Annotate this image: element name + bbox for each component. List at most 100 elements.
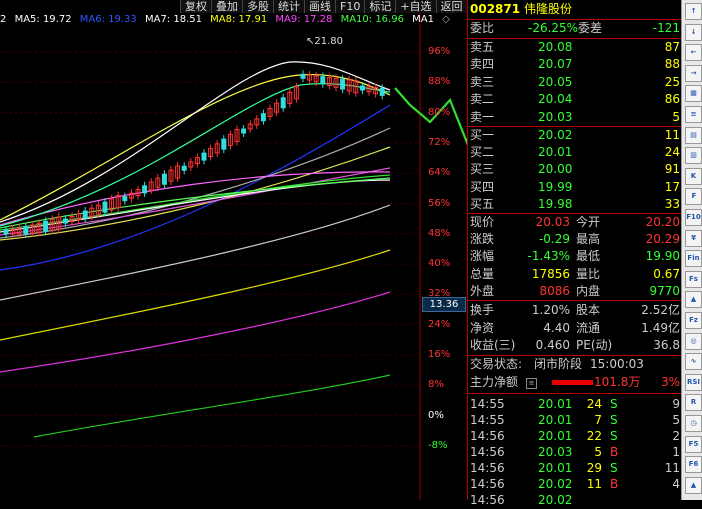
menu-icon[interactable]: ≡: [526, 378, 537, 389]
r-icon[interactable]: RSI: [685, 373, 702, 391]
overlay-button[interactable]: 叠加: [211, 0, 243, 13]
f10-icon[interactable]: F10: [685, 209, 702, 226]
tick-price: 20.02: [538, 477, 573, 491]
sell-price: 20.05: [538, 74, 573, 89]
sell-price: 20.07: [538, 57, 573, 72]
candle-body: [181, 165, 187, 171]
arrow-up-icon[interactable]: ↑: [685, 3, 702, 20]
stat-label: PE(动): [576, 338, 613, 353]
tick-time: 14:55: [470, 397, 505, 411]
stat-label: 外盘: [470, 283, 495, 298]
ma-legend-ma1: MA1: [412, 14, 434, 25]
tick-row: 14:56 20.01 22 S 2: [468, 428, 682, 445]
tick-price: 20.01: [538, 461, 573, 475]
buy-volume: 17: [664, 179, 680, 194]
stat-row: 外盘 8086 内盘 9770: [468, 283, 682, 300]
multi-stock-button[interactable]: 多股: [242, 0, 274, 13]
fenshi-icon[interactable]: Fs: [685, 270, 702, 288]
fund-icon[interactable]: ₣: [685, 188, 702, 206]
table-icon[interactable]: ▥: [685, 147, 702, 165]
candle-body: [102, 201, 108, 213]
trade-status-value: 闭市阶段: [534, 357, 583, 371]
stat-value: 19.90: [645, 249, 680, 264]
back-button[interactable]: 返回: [435, 0, 468, 13]
sell-volume: 86: [664, 92, 680, 107]
candle-body: [379, 87, 385, 96]
mark-button[interactable]: 标记: [364, 0, 397, 13]
fin-icon[interactable]: Fin: [685, 250, 702, 268]
percent-tick-label: 40%: [428, 258, 451, 270]
diamond-icon[interactable]: ◇: [442, 14, 450, 25]
ma-legend: 2 MA5: 19.72 MA6: 19.33 MA7: 18.51 MA8: …: [0, 14, 455, 25]
clock-icon[interactable]: R: [685, 394, 702, 412]
weicha-value: -121: [652, 21, 680, 35]
moving-average-line: [33, 374, 391, 438]
stat-value: -1.43%: [527, 249, 570, 264]
divider: [468, 300, 682, 301]
kline-chart-panel[interactable]: 2 MA5: 19.72 MA6: 19.33 MA7: 18.51 MA8: …: [0, 0, 468, 500]
sell-row: 卖五 20.08 87: [468, 39, 682, 56]
tick-row: 14:56 20.02 11 B 4: [468, 476, 682, 493]
weibi-label: 委比: [470, 21, 495, 35]
stat-value: 1.20%: [531, 303, 570, 317]
candle-body: [161, 173, 167, 185]
money-icon[interactable]: ¥: [685, 229, 702, 247]
statistics-button[interactable]: 统计: [273, 0, 305, 13]
stat-label: 总量: [470, 266, 495, 281]
tick-count: 9: [672, 397, 680, 411]
sell-level-label: 卖一: [470, 109, 495, 124]
arrow-down-icon[interactable]: ↓: [685, 23, 702, 41]
sell-volume: 25: [664, 74, 680, 89]
tick-icon[interactable]: ◎: [685, 332, 702, 350]
stat-label: 流通: [576, 320, 601, 335]
arrow-left-icon[interactable]: ←: [685, 44, 702, 62]
buy-price: 19.99: [538, 179, 573, 194]
rsi-icon[interactable]: ∿: [685, 353, 702, 371]
fundamental-row: 收益(三) 0.460 PE(动) 36.8: [468, 337, 682, 354]
candle-body: [201, 152, 207, 161]
f5-icon[interactable]: ◷: [685, 415, 702, 432]
tick-side: B: [610, 477, 619, 491]
tick-price: 20.02: [538, 493, 573, 507]
tick-time: 14:56: [470, 445, 505, 459]
stat-row: 总量 17856 量比 0.67: [468, 266, 682, 283]
stock-name: 伟隆股份: [524, 2, 573, 16]
f10-button[interactable]: F10: [335, 0, 366, 13]
candle-body: [260, 113, 266, 122]
fundamental-row: 净资 4.40 流通 1.49亿: [468, 320, 682, 337]
candle-body: [82, 210, 88, 219]
stat-label: 最低: [576, 249, 601, 264]
tick-volume: 22: [586, 429, 602, 443]
candle-icon[interactable]: K: [685, 167, 702, 185]
chart-icon[interactable]: ▤: [685, 126, 702, 144]
stat-value: 20.20: [645, 215, 680, 229]
kline-icon[interactable]: ▲: [685, 291, 702, 309]
quote-panel: 002871 伟隆股份 委比 -26.25% 委差 -121 交易状态: 闭市阶…: [467, 0, 682, 507]
grid-icon[interactable]: ▦: [685, 85, 702, 103]
up-icon[interactable]: F6: [685, 456, 702, 474]
restore-rights-button[interactable]: 复权: [180, 0, 212, 13]
kline-chart[interactable]: [0, 0, 467, 500]
add-watchlist-button[interactable]: +自选: [395, 0, 437, 13]
stat-label: 今开: [576, 215, 601, 229]
stat-value: 1.49亿: [641, 320, 680, 335]
candle-body: [221, 138, 227, 150]
candle-body: [280, 97, 286, 109]
candle-body: [43, 220, 49, 232]
buy-level-label: 买三: [470, 162, 495, 177]
fz-icon[interactable]: Fz: [685, 312, 702, 329]
list-icon[interactable]: ≡: [685, 106, 702, 123]
percent-tick-label: 16%: [428, 349, 451, 360]
stat-value: 4.40: [543, 320, 570, 335]
f6-icon[interactable]: F5: [685, 435, 702, 453]
percent-tick-label: 80%: [428, 106, 451, 118]
arrow-right-icon[interactable]: →: [685, 64, 702, 82]
moving-average-line: [0, 291, 391, 373]
sell-price: 20.03: [538, 109, 573, 124]
down-icon[interactable]: ▲: [685, 476, 702, 494]
stat-row: 涨幅 -1.43% 最低 19.90: [468, 248, 682, 265]
candle-body: [359, 85, 365, 91]
draw-line-button[interactable]: 画线: [304, 0, 336, 13]
tick-row: 14:55 20.01 24 S 9: [468, 396, 682, 413]
tick-count: 1: [672, 445, 680, 459]
